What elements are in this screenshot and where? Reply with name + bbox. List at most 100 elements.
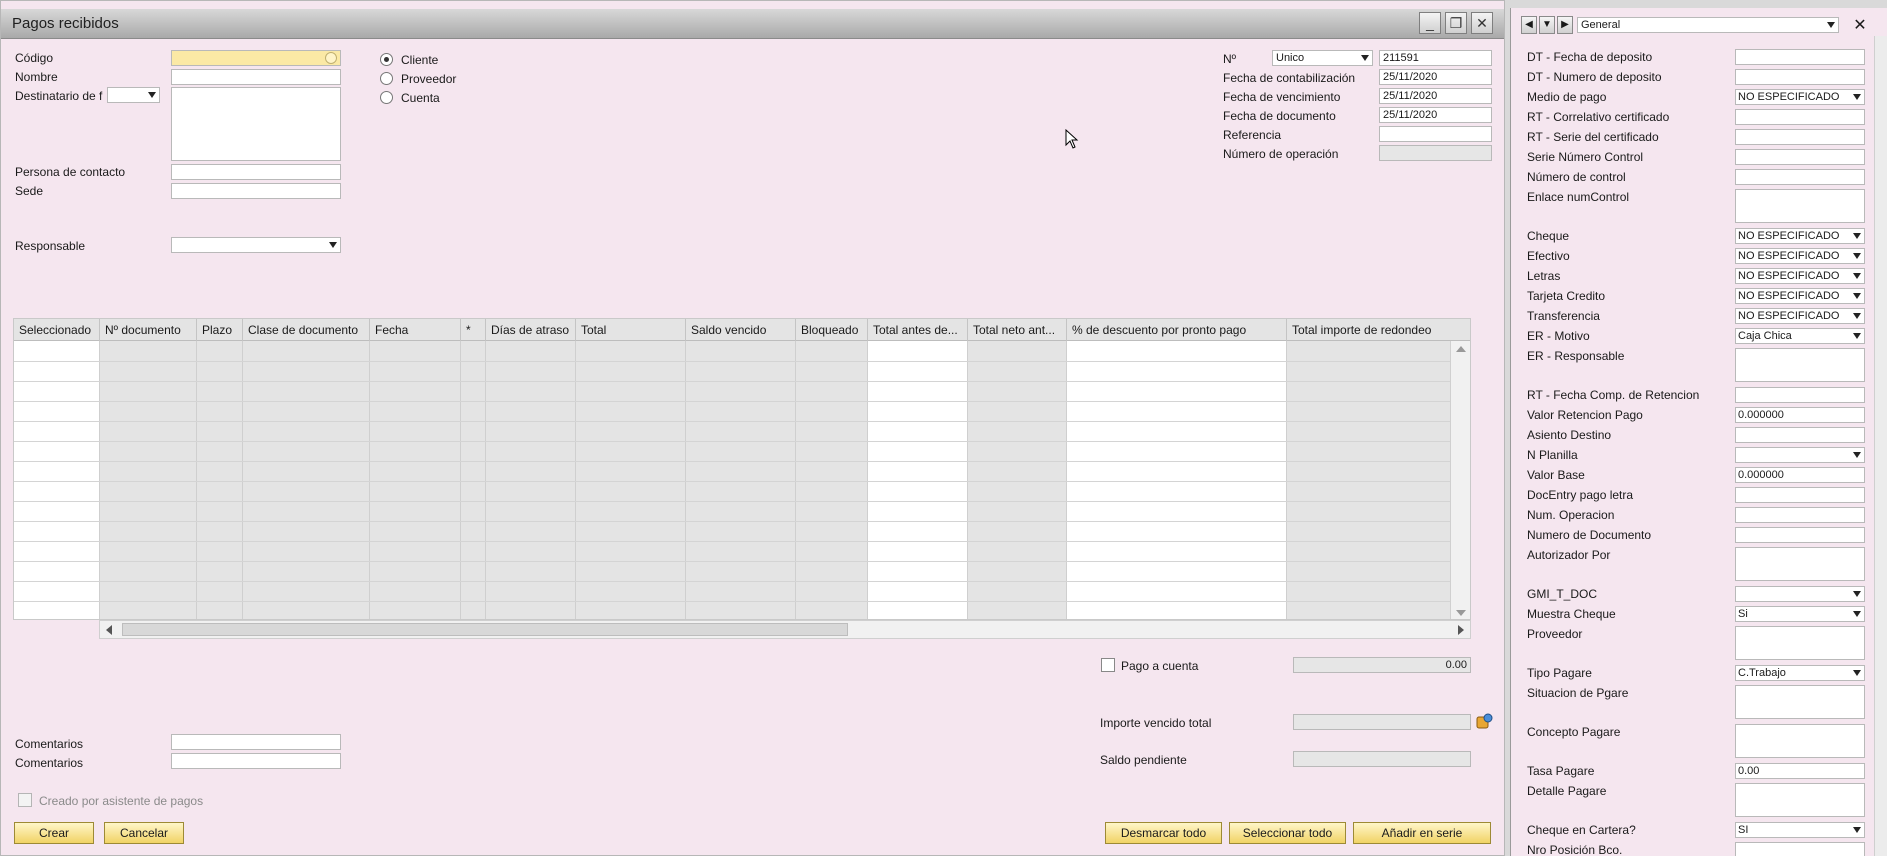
udf-input[interactable]: 0.000000 (1735, 467, 1865, 483)
udf-vertical-scrollbar[interactable] (1874, 36, 1887, 856)
udf-dropdown[interactable]: NO ESPECIFICADO (1735, 89, 1865, 105)
grid-header-cell[interactable]: Días de atraso (486, 319, 576, 341)
sede-input[interactable] (171, 183, 341, 199)
importe-vencido-value (1293, 714, 1471, 730)
grid-vertical-scrollbar[interactable] (1450, 341, 1470, 619)
persona-contacto-input[interactable] (171, 164, 341, 180)
responsable-dropdown[interactable] (171, 237, 341, 253)
udf-label: Asiento Destino (1527, 428, 1612, 442)
documents-grid[interactable]: Seleccionado Nº documento Plazo Clase de… (13, 318, 1471, 620)
fecha-vencimiento-input[interactable]: 25/11/2020 (1379, 88, 1492, 104)
radio-proveedor-label[interactable]: Proveedor (401, 72, 456, 86)
grid-header-cell[interactable]: Total neto ant... (968, 319, 1067, 341)
close-icon[interactable]: ✕ (1471, 12, 1493, 34)
grid-header-cell[interactable]: Fecha (370, 319, 461, 341)
radio-cuenta-label[interactable]: Cuenta (401, 91, 440, 105)
udf-dropdown[interactable]: NO ESPECIFICADO (1735, 228, 1865, 244)
nav-prev-icon[interactable]: ◀ (1521, 16, 1537, 34)
udf-input[interactable] (1735, 842, 1865, 856)
chevron-down-icon (1853, 233, 1861, 239)
grid-header-cell[interactable]: Seleccionado (14, 319, 100, 341)
nombre-input[interactable] (171, 69, 341, 85)
scroll-up-icon[interactable] (1456, 346, 1466, 352)
udf-dropdown[interactable] (1735, 586, 1865, 602)
udf-input[interactable] (1735, 427, 1865, 443)
grid-header-cell[interactable]: Total (576, 319, 686, 341)
payment-means-icon[interactable] (1475, 712, 1493, 730)
udf-input[interactable] (1735, 189, 1865, 223)
udf-input[interactable] (1735, 527, 1865, 543)
udf-dropdown[interactable]: SI (1735, 822, 1865, 838)
udf-input[interactable] (1735, 387, 1865, 403)
anadir-en-serie-button[interactable]: Añadir en serie (1353, 822, 1491, 844)
radio-cuenta[interactable] (380, 91, 393, 104)
nav-down-icon[interactable]: ▼ (1539, 16, 1555, 34)
seleccionar-todo-button[interactable]: Seleccionar todo (1229, 822, 1346, 844)
nav-next-icon[interactable]: ▶ (1557, 16, 1573, 34)
udf-label: Medio de pago (1527, 90, 1607, 104)
udf-input[interactable] (1735, 487, 1865, 503)
udf-input[interactable]: 0.000000 (1735, 407, 1865, 423)
udf-dropdown[interactable]: Si (1735, 606, 1865, 622)
grid-header-cell[interactable]: Plazo (197, 319, 243, 341)
udf-input[interactable] (1735, 507, 1865, 523)
fecha-contabilizacion-input[interactable]: 25/11/2020 (1379, 69, 1492, 85)
udf-input[interactable] (1735, 783, 1865, 817)
udf-dropdown[interactable] (1735, 447, 1865, 463)
udf-input[interactable] (1735, 626, 1865, 660)
udf-input[interactable] (1735, 348, 1865, 382)
grid-header-cell[interactable]: Clase de documento (243, 319, 370, 341)
udf-dropdown[interactable]: Caja Chica (1735, 328, 1865, 344)
scroll-left-icon[interactable] (106, 625, 112, 635)
document-number-field[interactable]: 211591 (1379, 50, 1492, 66)
referencia-input[interactable] (1379, 126, 1492, 142)
scroll-thumb[interactable] (122, 623, 848, 636)
series-dropdown[interactable]: Unico (1272, 50, 1373, 66)
udf-input[interactable] (1735, 169, 1865, 185)
radio-proveedor[interactable] (380, 72, 393, 85)
pago-a-cuenta-checkbox[interactable] (1101, 658, 1115, 672)
minimize-icon[interactable]: _ (1419, 12, 1441, 34)
radio-cliente-label[interactable]: Cliente (401, 53, 438, 67)
fecha-documento-input[interactable]: 25/11/2020 (1379, 107, 1492, 123)
comentarios-1-input[interactable] (171, 734, 341, 750)
grid-horizontal-scrollbar[interactable] (99, 620, 1471, 639)
udf-dropdown[interactable]: C.Trabajo (1735, 665, 1865, 681)
grid-header-cell[interactable]: Bloqueado (796, 319, 868, 341)
udf-input[interactable] (1735, 109, 1865, 125)
udf-input[interactable] (1735, 685, 1865, 719)
grid-header-cell[interactable]: Nº documento (100, 319, 197, 341)
destinatario-address-textarea[interactable] (171, 87, 341, 161)
chevron-down-icon (1853, 293, 1861, 299)
grid-header-cell[interactable]: Total antes de... (868, 319, 968, 341)
restore-icon[interactable]: ❐ (1445, 12, 1467, 34)
scroll-right-icon[interactable] (1458, 625, 1464, 635)
udf-dropdown[interactable]: NO ESPECIFICADO (1735, 288, 1865, 304)
close-panel-icon[interactable]: ✕ (1851, 17, 1869, 35)
udf-input[interactable] (1735, 149, 1865, 165)
radio-cliente[interactable] (380, 53, 393, 66)
desmarcar-todo-button[interactable]: Desmarcar todo (1105, 822, 1222, 844)
udf-input[interactable] (1735, 69, 1865, 85)
grid-header-cell[interactable]: Saldo vencido (686, 319, 796, 341)
udf-input[interactable] (1735, 547, 1865, 581)
udf-input[interactable]: 0.00 (1735, 763, 1865, 779)
window-titlebar[interactable]: Pagos recibidos _ ❐ ✕ (1, 9, 1504, 39)
codigo-input[interactable] (171, 50, 341, 66)
grid-header-cell[interactable]: % de descuento por pronto pago (1067, 319, 1287, 341)
udf-dropdown[interactable]: NO ESPECIFICADO (1735, 268, 1865, 284)
grid-header-cell[interactable]: * (461, 319, 486, 341)
udf-input[interactable] (1735, 129, 1865, 145)
udf-category-dropdown[interactable]: General (1577, 17, 1839, 33)
scroll-down-icon[interactable] (1456, 610, 1466, 616)
udf-input[interactable] (1735, 724, 1865, 758)
udf-dropdown[interactable]: NO ESPECIFICADO (1735, 308, 1865, 324)
crear-button[interactable]: Crear (14, 822, 94, 844)
choose-from-list-icon[interactable] (325, 52, 337, 64)
grid-header-cell[interactable]: Total importe de redondeo (1287, 319, 1470, 341)
udf-input[interactable] (1735, 49, 1865, 65)
comentarios-2-input[interactable] (171, 753, 341, 769)
destinatario-dropdown[interactable] (107, 87, 160, 103)
cancelar-button[interactable]: Cancelar (104, 822, 184, 844)
udf-dropdown[interactable]: NO ESPECIFICADO (1735, 248, 1865, 264)
